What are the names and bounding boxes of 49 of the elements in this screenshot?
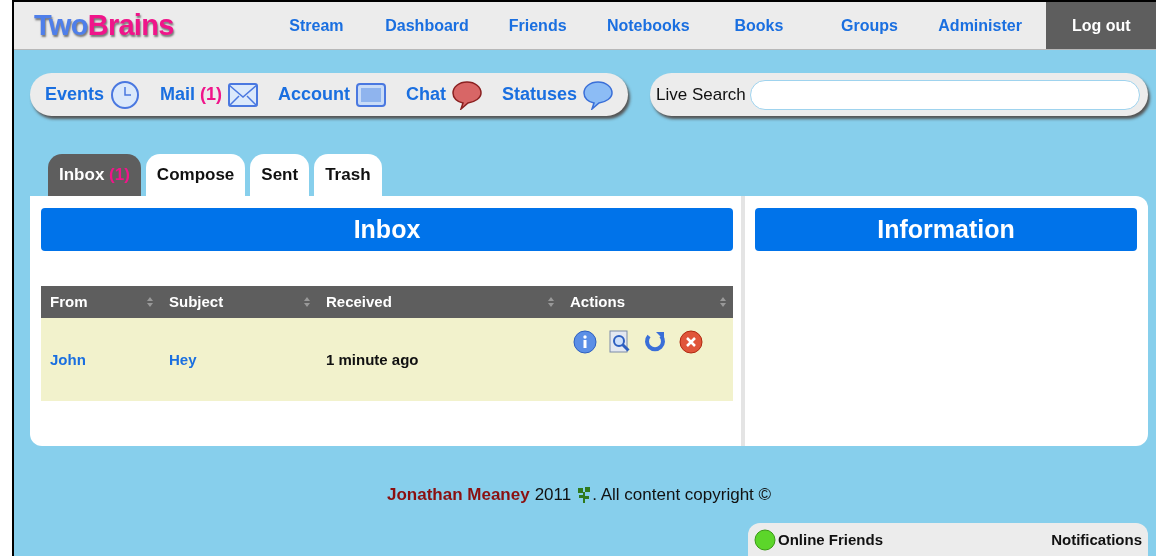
- sort-icon: [547, 296, 555, 308]
- nav-link[interactable]: Friends: [482, 2, 593, 49]
- quick-link[interactable]: Account: [278, 81, 387, 108]
- copyright-text: . All content copyright ©: [592, 484, 772, 506]
- section-header: Information: [755, 208, 1137, 251]
- nav-link[interactable]: Dashboard: [371, 2, 483, 49]
- clock-icon: [110, 79, 141, 110]
- copyright-year: 2011: [534, 484, 572, 506]
- column-header[interactable]: From: [41, 286, 160, 318]
- search-label: Live Search: [656, 83, 746, 106]
- column-header[interactable]: Actions: [561, 286, 733, 318]
- nav-link[interactable]: Administer: [924, 2, 1036, 49]
- online-friends-label[interactable]: Online Friends: [778, 528, 883, 551]
- table-cell-text: 1 minute ago: [325, 350, 420, 370]
- section-header: Inbox: [41, 208, 733, 251]
- tab[interactable]: Trash: [314, 154, 382, 196]
- table-cell[interactable]: Hey: [160, 318, 317, 401]
- speech-bubble-icon: [452, 79, 483, 110]
- nav-link[interactable]: Books: [703, 2, 815, 49]
- nav-link[interactable]: Stream: [261, 2, 372, 49]
- notifications-label[interactable]: Notifications: [1051, 528, 1142, 551]
- delete-icon[interactable]: [679, 330, 703, 354]
- quick-link[interactable]: Events: [45, 79, 141, 110]
- card-icon: [356, 81, 387, 108]
- quick-link[interactable]: Chat: [406, 79, 483, 110]
- nav-link[interactable]: Groups: [814, 2, 925, 49]
- info-icon[interactable]: [573, 330, 597, 354]
- status-dot-icon: [754, 528, 776, 551]
- magnifier-icon[interactable]: [609, 330, 631, 354]
- logout-link[interactable]: Log out: [1046, 2, 1156, 49]
- tab[interactable]: Inbox (1): [48, 154, 141, 196]
- quick-link[interactable]: Statuses: [502, 79, 614, 110]
- circular-arrow-icon[interactable]: [643, 330, 667, 354]
- logo[interactable]: TwoBrains: [14, 2, 262, 49]
- table-cell[interactable]: John: [41, 318, 160, 401]
- column-header[interactable]: Subject: [160, 286, 317, 318]
- tab[interactable]: Sent: [250, 154, 310, 196]
- author-link[interactable]: Jonathan Meaney: [387, 482, 530, 508]
- sort-icon: [719, 296, 727, 308]
- nav-link[interactable]: Notebooks: [592, 2, 704, 49]
- envelope-icon: [228, 81, 259, 108]
- tab[interactable]: Compose: [145, 154, 246, 196]
- speech-bubble-icon: [583, 79, 614, 110]
- sort-icon: [146, 296, 154, 308]
- sort-icon: [303, 296, 311, 308]
- search-field[interactable]: [749, 79, 1140, 110]
- quick-link[interactable]: Mail (1): [160, 81, 259, 108]
- plant-icon: [576, 485, 593, 504]
- column-header[interactable]: Received: [317, 286, 561, 318]
